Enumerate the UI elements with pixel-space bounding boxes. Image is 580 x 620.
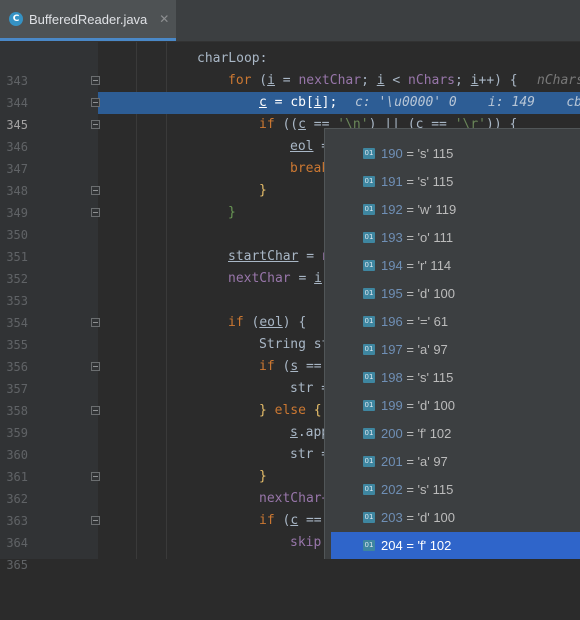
list-item[interactable]: 01 203 = 'd' 100 [331, 504, 580, 532]
editor-tab-bar: C BufferedReader.java ✕ [0, 0, 580, 42]
label: charLoop: [197, 51, 268, 66]
line-number: 365 [6, 558, 28, 572]
code-text: } [259, 183, 267, 198]
list-item[interactable]: 01 197 = 'a' 97 [331, 336, 580, 364]
primitive-value-icon: 01 [363, 288, 375, 299]
list-item[interactable]: 01 194 = 'r' 114 [331, 252, 580, 280]
list-item[interactable]: 01 192 = 'w' 119 [331, 196, 580, 224]
primitive-value-icon: 01 [363, 316, 375, 327]
fold-marker-icon[interactable] [91, 76, 100, 85]
code-text: for (i = nextChar; i < nChars; i++) { [228, 73, 518, 88]
primitive-value-icon: 01 [363, 512, 375, 523]
tab-title: BufferedReader.java [29, 11, 148, 27]
code-text: String st [259, 337, 330, 352]
fold-marker-icon[interactable] [91, 98, 100, 107]
code-text: } [228, 205, 236, 220]
code-line: 344 for (i = nextChar; i < nChars; i++) … [0, 70, 580, 110]
list-item[interactable]: 01 200 = 'f' 102 [331, 420, 580, 448]
list-item[interactable]: 01 198 = 's' 115 [331, 364, 580, 392]
inline-debug-hint: nChars [537, 73, 580, 88]
primitive-value-icon: 01 [363, 344, 375, 355]
fold-marker-icon[interactable] [91, 472, 100, 481]
list-item[interactable]: 01 202 = 's' 115 [331, 476, 580, 504]
fold-marker-icon[interactable] [91, 208, 100, 217]
primitive-value-icon: 01 [363, 540, 375, 551]
close-icon[interactable]: ✕ [159, 12, 169, 26]
primitive-value-icon: 01 [363, 400, 375, 411]
primitive-value-icon: 01 [363, 428, 375, 439]
list-item[interactable]: 01 190 = 's' 115 [331, 140, 580, 168]
list-item[interactable]: 01 195 = 'd' 100 [331, 280, 580, 308]
code-text: nextChar+ [259, 491, 330, 506]
primitive-value-icon: 01 [363, 204, 375, 215]
fold-marker-icon[interactable] [91, 120, 100, 129]
code-text: if (c == [259, 513, 322, 528]
primitive-value-icon: 01 [363, 148, 375, 159]
tab-buffered-reader[interactable]: C BufferedReader.java ✕ [0, 0, 176, 41]
primitive-value-icon: 01 [363, 484, 375, 495]
current-execution-line: 345 c = cb[i]; c: '\u0000' 0 i: 149 cb [0, 92, 580, 132]
code-text: nextChar = i [228, 271, 322, 286]
list-item-selected[interactable]: 01 204 = 'f' 102 [331, 532, 580, 559]
code-text: c = cb[i]; [259, 95, 338, 110]
fold-marker-icon[interactable] [91, 362, 100, 371]
list-item[interactable]: 01 196 = '=' 61 [331, 308, 580, 336]
primitive-value-icon: 01 [363, 456, 375, 467]
java-class-icon: C [9, 12, 23, 26]
code-text: if (s == [259, 359, 322, 374]
code-text: startChar = n [228, 249, 330, 264]
primitive-value-icon: 01 [363, 176, 375, 187]
inline-debug-values: c: '\u0000' 0 i: 149 cb [355, 95, 580, 110]
code-line: 343 charLoop: [0, 48, 580, 88]
fold-marker-icon[interactable] [91, 186, 100, 195]
list-item[interactable]: 01 201 = 'a' 97 [331, 448, 580, 476]
list-item[interactable]: 01 193 = 'o' 111 [331, 224, 580, 252]
primitive-value-icon: 01 [363, 372, 375, 383]
primitive-value-icon: 01 [363, 232, 375, 243]
code-text: skip [290, 535, 322, 550]
array-values-popup[interactable]: 01 190 = 's' 115 01 191 = 's' 115 01 192 = … [324, 128, 580, 559]
code-text: } else { [259, 403, 322, 418]
primitive-value-icon: 01 [363, 260, 375, 271]
list-item[interactable]: 01 191 = 's' 115 [331, 168, 580, 196]
fold-marker-icon[interactable] [91, 516, 100, 525]
code-text: if (eol) { [228, 315, 307, 330]
fold-marker-icon[interactable] [91, 318, 100, 327]
list-item[interactable]: 01 199 = 'd' 100 [331, 392, 580, 420]
fold-marker-icon[interactable] [91, 406, 100, 415]
code-text: } [259, 469, 267, 484]
